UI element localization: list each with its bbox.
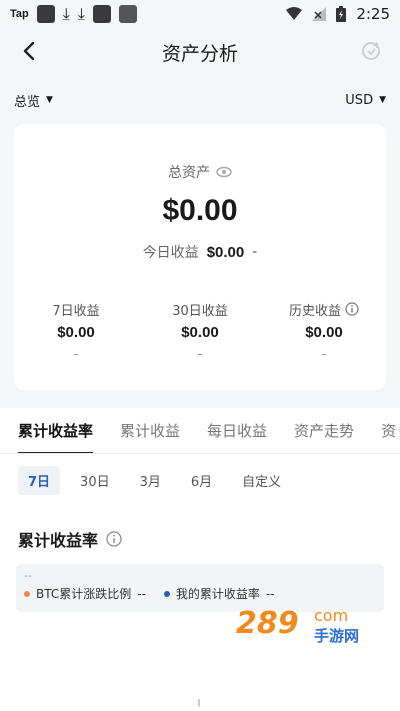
legend-label: BTC累计涨跌比例 — [36, 587, 132, 601]
caret-down-icon: ▼ — [379, 95, 386, 105]
currency-dropdown[interactable]: USD ▼ — [345, 93, 386, 108]
legend-dot — [24, 590, 30, 597]
today-earnings-change: - — [252, 244, 258, 260]
legend-value: -- — [137, 586, 146, 601]
no-signal-icon — [312, 7, 327, 21]
cat-app-icon — [118, 5, 137, 23]
stat-change: - — [197, 347, 203, 362]
section-title: 累计收益率 — [18, 531, 99, 550]
svg-text:com: com — [314, 606, 348, 625]
section-title-row: 累计收益率 — [0, 495, 400, 551]
wifi-icon — [286, 7, 303, 20]
download-icon: ⤓ — [62, 4, 70, 23]
asset-summary-card: 总资产 $0.00 今日收益 $0.00 - 7日收益 $0.00 - 30日收… — [14, 124, 386, 390]
svg-text:手游网: 手游网 — [314, 627, 359, 645]
today-earnings-label: 今日收益 — [142, 245, 199, 261]
currency-label: USD — [345, 92, 374, 108]
scroll-handle — [198, 699, 200, 707]
svg-text:289: 289 — [236, 606, 299, 641]
site-watermark: 289 com 手游网 — [236, 606, 359, 645]
caret-down-icon: ▼ — [46, 95, 53, 105]
legend-dot — [163, 590, 170, 597]
period-selector: 7日 30日 3月 6月 自定义 — [0, 454, 400, 495]
app-notification-icon — [92, 5, 111, 23]
stat-change: - — [321, 347, 327, 362]
total-assets-label-row: 总资产 — [14, 162, 386, 182]
analysis-panel: 累计收益率 累计收益 每日收益 资产走势 资 7日 30日 3月 6月 自定义 … — [0, 408, 400, 711]
stat-label: 30日收益 — [172, 303, 228, 319]
stat-value: $0.00 — [305, 324, 343, 341]
status-right: 2:25 — [286, 5, 390, 23]
tab-truncated[interactable]: 资 — [381, 408, 396, 453]
app-notification-icon — [36, 5, 55, 23]
stat-label: 7日收益 — [52, 303, 100, 319]
download-icon: ⤓ — [77, 4, 85, 23]
total-assets-label: 总资产 — [168, 165, 210, 181]
filter-bar: 总览 ▼ USD ▼ — [0, 88, 400, 112]
refresh-button[interactable] — [358, 38, 384, 64]
clock: 2:25 — [356, 5, 390, 23]
info-icon[interactable] — [345, 302, 359, 316]
total-assets-value: $0.00 — [162, 194, 238, 227]
tab-cumulative-return-rate[interactable]: 累计收益率 — [18, 408, 94, 453]
chevron-left-icon — [23, 41, 35, 61]
tab-bar: 累计收益率 累计收益 每日收益 资产走势 资 — [0, 408, 400, 454]
info-icon[interactable] — [106, 531, 122, 547]
tab-asset-trend[interactable]: 资产走势 — [294, 408, 354, 453]
refresh-icon — [362, 42, 380, 60]
stat-change: - — [73, 347, 79, 362]
eye-icon[interactable] — [216, 166, 232, 178]
status-bar: Tap ⤓ ⤓ 2:25 — [0, 0, 400, 28]
tab-daily-earnings[interactable]: 每日收益 — [207, 408, 267, 453]
legend-date: -- — [24, 569, 32, 582]
stat-value: $0.00 — [57, 324, 95, 341]
stat-7d: 7日收益 $0.00 - — [14, 300, 138, 363]
period-30d[interactable]: 30日 — [70, 466, 120, 495]
stat-history: 历史收益 $0.00 - — [262, 300, 386, 362]
scope-dropdown[interactable]: 总览 ▼ — [14, 91, 53, 110]
today-earnings-row: 今日收益 $0.00 - — [14, 242, 386, 262]
status-left: Tap ⤓ ⤓ — [10, 5, 137, 23]
scope-label: 总览 — [14, 94, 41, 110]
tap-label: Tap — [10, 8, 29, 20]
legend-item-btc: BTC累计涨跌比例 -- — [24, 585, 146, 602]
period-7d[interactable]: 7日 — [18, 466, 61, 495]
stat-value: $0.00 — [181, 324, 219, 341]
tab-cumulative-earnings[interactable]: 累计收益 — [120, 408, 180, 453]
earnings-stats: 7日收益 $0.00 - 30日收益 $0.00 - 历史收益 $0.00 - — [14, 300, 386, 362]
period-custom[interactable]: 自定义 — [232, 466, 291, 495]
stat-30d: 30日收益 $0.00 - — [138, 300, 262, 363]
stat-label: 历史收益 — [288, 303, 341, 319]
back-button[interactable] — [14, 36, 44, 66]
app-bar: 资产分析 — [0, 30, 400, 74]
battery-icon — [336, 6, 347, 22]
page-title: 资产分析 — [161, 42, 238, 65]
period-6m[interactable]: 6月 — [181, 466, 222, 495]
today-earnings-value: $0.00 — [206, 243, 245, 261]
period-3m[interactable]: 3月 — [130, 466, 171, 495]
